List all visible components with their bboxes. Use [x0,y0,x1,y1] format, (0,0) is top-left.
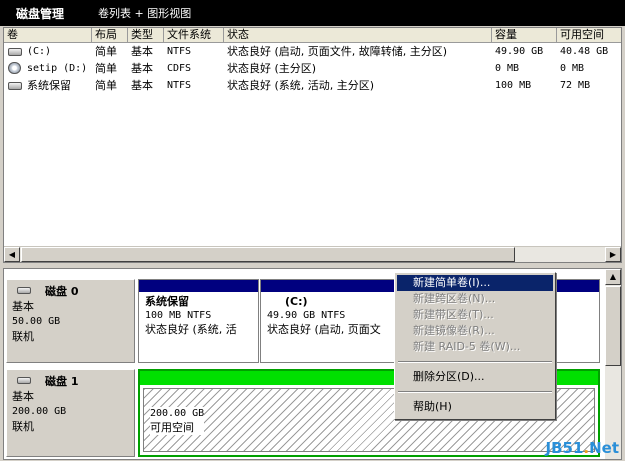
disk-1-label[interactable]: 磁盘 1 基本 200.00 GB 联机 [6,369,135,457]
column-header-filesystem[interactable]: 文件系统 [164,28,224,43]
disk-state: 联机 [12,330,34,343]
column-header-layout[interactable]: 布局 [92,28,128,43]
menu-item-new-spanned-volume[interactable]: 新建跨区卷(N)... [397,291,553,307]
horizontal-scrollbar[interactable]: ◀ ▶ [4,246,621,262]
hard-drive-icon [8,82,22,90]
partition-name: 系统保留 [145,295,189,308]
scroll-right-arrow-icon[interactable]: ▶ [605,247,621,262]
volume-status: 状态良好 (主分区) [227,62,317,75]
volume-layout: 简单 [95,62,117,75]
app-title: 磁盘管理 [16,6,65,21]
volume-row-system-reserved[interactable]: 系统保留 简单 基本 NTFS 状态良好 (系统, 活动, 主分区) 100 M… [4,77,621,94]
partition-system-reserved[interactable]: 系统保留 100 MB NTFS 状态良好 (系统, 活 [138,279,259,363]
volume-filesystem: NTFS [167,46,192,57]
volume-type: 基本 [131,45,153,58]
watermark-brand: JB51 [545,439,584,457]
disk-kind: 基本 [12,390,34,403]
title-bar: 磁盘管理 卷列表 + 图形视图 [0,0,625,26]
menu-separator [398,391,552,393]
column-header-free-space[interactable]: 可用空间 [557,28,621,43]
partition-status: 可用空间 [150,421,194,434]
column-header-type[interactable]: 类型 [128,28,164,43]
cd-drive-icon [8,62,21,74]
column-header-capacity[interactable]: 容量 [492,28,557,43]
disk-icon [17,377,31,384]
volume-row-d[interactable]: setip (D:) 简单 基本 CDFS 状态良好 (主分区) 0 MB 0 … [4,60,621,77]
menu-item-new-striped-volume[interactable]: 新建带区卷(T)... [397,307,553,323]
menu-item-new-mirrored-volume[interactable]: 新建镜像卷(R)... [397,323,553,339]
scroll-left-arrow-icon[interactable]: ◀ [4,247,20,262]
hard-drive-icon [8,48,22,56]
volume-name: setip (D:) [27,63,88,74]
volume-capacity: 49.90 GB [495,46,544,57]
watermark-suffix: Net [589,439,619,457]
volume-free-space: 72 MB [560,80,591,91]
partition-status: 状态良好 (系统, 活 [145,323,237,336]
volume-filesystem: NTFS [167,80,192,91]
volume-capacity: 100 MB [495,80,532,91]
volume-capacity: 0 MB [495,63,520,74]
vertical-scrollbar[interactable]: ▲ [605,269,621,459]
volume-free-space: 40.48 GB [560,46,609,57]
menu-item-new-raid5-volume[interactable]: 新建 RAID-5 卷(W)... [397,339,553,355]
menu-item-help[interactable]: 帮助(H) [397,399,553,415]
disk-name: 磁盘 1 [45,375,79,388]
volume-name: (C:) [27,46,52,57]
partition-type-bar [139,280,258,292]
volume-status: 状态良好 (系统, 活动, 主分区) [227,79,375,92]
disk-name: 磁盘 0 [45,285,79,298]
disk-icon [17,287,31,294]
volume-name: 系统保留 [27,79,71,92]
menu-separator [398,361,552,363]
partition-detail: 200.00 GB [150,408,205,419]
volume-row-c[interactable]: (C:) 简单 基本 NTFS 状态良好 (启动, 页面文件, 故障转储, 主分… [4,43,621,60]
scroll-up-arrow-icon[interactable]: ▲ [605,269,621,285]
partition-name: (C:) [285,295,308,308]
disk-size: 50.00 GB [12,316,61,327]
partition-detail: 100 MB NTFS [145,310,212,321]
volume-status: 状态良好 (启动, 页面文件, 故障转储, 主分区) [227,45,448,58]
disk-0-label[interactable]: 磁盘 0 基本 50.00 GB 联机 [6,279,135,363]
disk-state: 联机 [12,420,34,433]
volume-filesystem: CDFS [167,63,192,74]
volume-list[interactable]: 卷 布局 类型 文件系统 状态 容量 可用空间 (C:) 简单 基本 NTFS … [3,27,622,263]
column-header-volume[interactable]: 卷 [4,28,92,43]
menu-item-new-simple-volume[interactable]: 新建简单卷(I)... [397,275,553,291]
view-label[interactable]: 卷列表 + 图形视图 [98,5,191,21]
volume-type: 基本 [131,79,153,92]
vertical-scroll-thumb[interactable] [605,286,621,366]
partition-status: 状态良好 (启动, 页面文 [267,323,381,336]
column-header-status[interactable]: 状态 [224,28,492,43]
volume-free-space: 0 MB [560,63,585,74]
partition-detail: 49.90 GB NTFS [267,310,346,321]
disk-kind: 基本 [12,300,34,313]
volume-layout: 简单 [95,79,117,92]
site-watermark: JB51.Net [546,439,620,457]
context-menu: 新建简单卷(I)... 新建跨区卷(N)... 新建带区卷(T)... 新建镜像… [394,272,556,420]
horizontal-scroll-thumb[interactable] [21,247,515,262]
disk-size: 200.00 GB [12,406,67,417]
volume-type: 基本 [131,62,153,75]
volume-layout: 简单 [95,45,117,58]
menu-item-delete-partition[interactable]: 删除分区(D)... [397,369,553,385]
